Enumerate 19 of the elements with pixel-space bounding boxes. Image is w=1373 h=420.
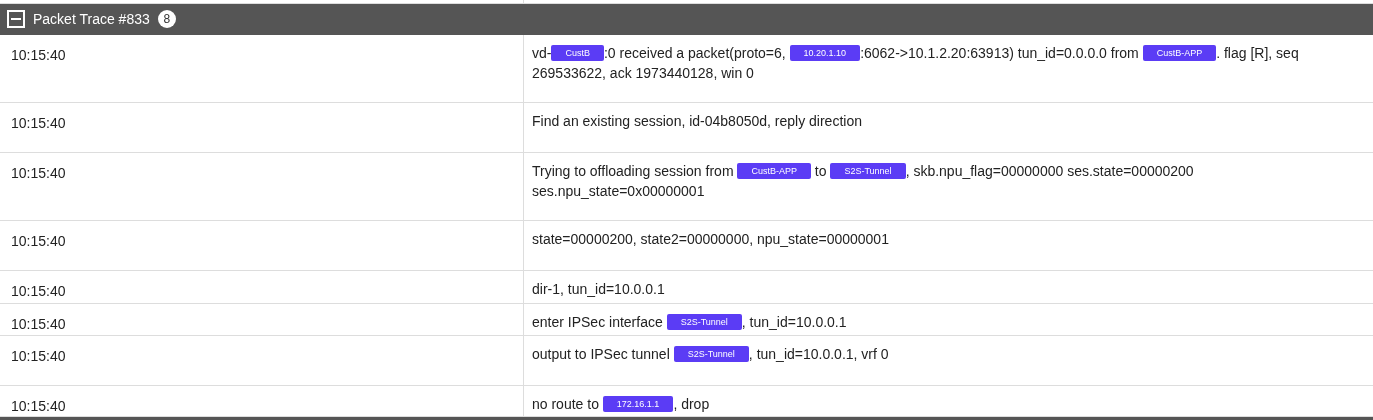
- trace-message: vd- CustB :0 received a packet(proto=6, 10.20.1.10 :6062->10.1.2.20:63913) tun_id=0.0.0.0 from CustB-APP . flag [R], seq 269533622, ack 1973440128, win 0: [532, 44, 1300, 83]
- count-badge: 8: [157, 10, 176, 29]
- timestamp: 10:15:40: [11, 348, 66, 364]
- timestamp: 10:15:40: [11, 47, 66, 63]
- trace-message: enter IPSec interface S2S-Tunnel , tun_id=10.0.0.1: [532, 313, 848, 332]
- trace-message: dir-1, tun_id=10.0.0.1: [532, 280, 666, 299]
- timestamp: 10:15:40: [11, 398, 66, 414]
- timestamp: 10:15:40: [11, 233, 66, 249]
- trace-message: state=00000200, state2=00000000, npu_state=00000001: [532, 230, 890, 249]
- timestamp: 10:15:40: [11, 165, 66, 181]
- trace-message: Find an existing session, id-04b8050d, reply direction: [532, 112, 863, 131]
- timestamp: 10:15:40: [11, 283, 66, 299]
- timestamp: 10:15:40: [11, 316, 66, 332]
- trace-message: no route to 172.16.1.1 , drop: [532, 395, 711, 414]
- trace-message: output to IPSec tunnel S2S-Tunnel , tun_id=10.0.0.1, vrf 0: [532, 345, 890, 364]
- trace-message: Trying to offloading session from CustB-APP to S2S-Tunnel , skb.npu_flag=00000000 ses.state=00000200 ses.npu_state=0x00000001: [532, 162, 1195, 201]
- timestamp: 10:15:40: [11, 115, 66, 131]
- panel-title: Packet Trace #833: [33, 9, 150, 29]
- collapse-toggle[interactable]: [7, 10, 25, 29]
